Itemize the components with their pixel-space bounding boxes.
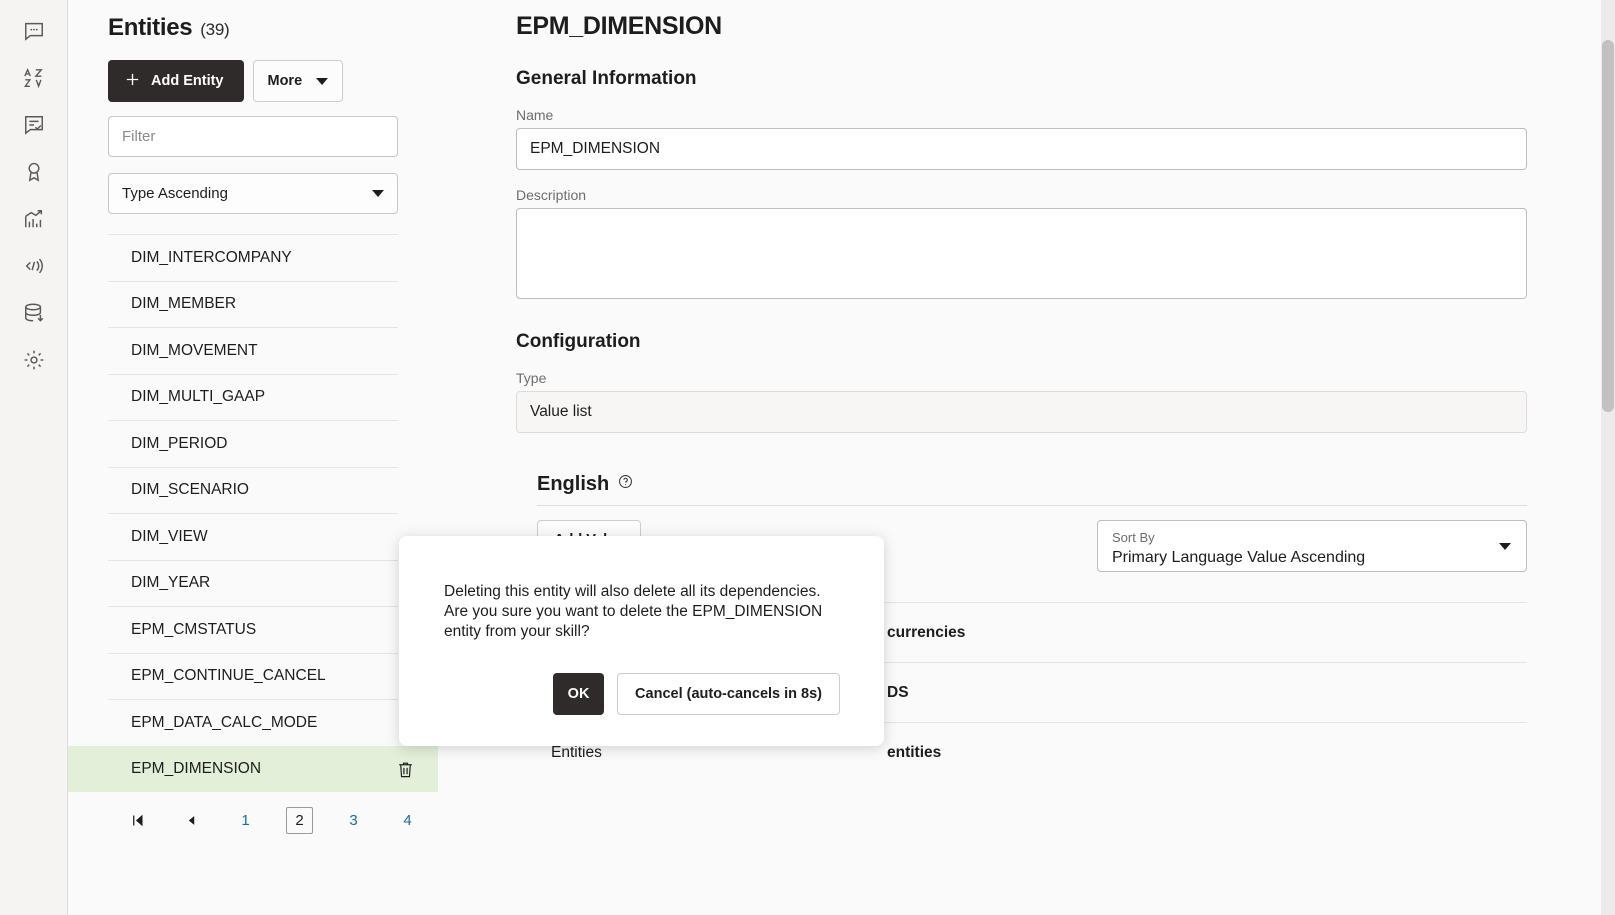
dialog-message-line-1: Deleting this entity will also delete al… bbox=[444, 582, 840, 602]
dialog-message-line-2: Are you sure you want to delete the EPM_… bbox=[444, 602, 840, 622]
gear-icon bbox=[23, 349, 45, 371]
sort-by-select[interactable]: Sort By Primary Language Value Ascending bbox=[1097, 520, 1527, 572]
rail-item-insights[interactable] bbox=[11, 196, 57, 242]
entity-list-item-label: DIM_VIEW bbox=[131, 528, 208, 546]
icon-rail bbox=[0, 0, 68, 915]
code-broadcast-icon bbox=[23, 255, 45, 277]
cancel-button[interactable]: Cancel (auto-cancels in 8s) bbox=[617, 673, 840, 715]
app-root: Entities (39) Add Entity More Type Ascen… bbox=[0, 0, 1615, 915]
plus-icon bbox=[124, 71, 141, 92]
delete-confirmation-dialog: Deleting this entity will also delete al… bbox=[399, 536, 884, 746]
values-table-key: Entities bbox=[537, 744, 887, 762]
vertical-scrollbar[interactable] bbox=[1601, 0, 1615, 915]
entity-list-item-label: DIM_YEAR bbox=[131, 574, 210, 592]
entity-count: (39) bbox=[200, 20, 229, 40]
configuration-heading: Configuration bbox=[516, 331, 1527, 353]
scrollbar-thumb[interactable] bbox=[1602, 40, 1614, 412]
sort-order-value: Type Ascending bbox=[122, 185, 228, 202]
entity-list-item[interactable]: DIM_YEAR bbox=[108, 560, 398, 607]
dialog-message-line-3: entity from your skill? bbox=[444, 622, 840, 642]
sort-order-select[interactable]: Type Ascending bbox=[108, 173, 398, 214]
description-field[interactable] bbox=[516, 208, 1527, 299]
chevron-down-icon bbox=[1499, 543, 1511, 550]
badge-icon bbox=[23, 161, 45, 183]
entity-list-item-label: EPM_CMSTATUS bbox=[131, 621, 256, 639]
panel-actions: Add Entity More bbox=[108, 60, 398, 102]
rail-item-quality[interactable] bbox=[11, 149, 57, 195]
name-field[interactable]: EPM_DIMENSION bbox=[516, 128, 1527, 170]
entity-list-item[interactable]: DIM_SCENARIO bbox=[108, 467, 398, 514]
add-entity-label: Add Entity bbox=[151, 73, 224, 89]
values-table-value: DS bbox=[887, 684, 909, 702]
chevron-down-icon bbox=[316, 78, 328, 85]
values-table-value: entities bbox=[887, 744, 941, 762]
entity-list-item[interactable]: DIM_VIEW bbox=[108, 513, 398, 560]
sort-alpha-icon bbox=[23, 67, 45, 89]
help-icon[interactable] bbox=[618, 474, 633, 489]
type-field: Value list bbox=[516, 391, 1527, 433]
filter-input[interactable] bbox=[108, 116, 398, 157]
rail-item-intents[interactable] bbox=[11, 8, 57, 54]
page-prev-button[interactable] bbox=[178, 806, 205, 834]
chat-check-icon bbox=[23, 114, 45, 136]
page-first-button[interactable] bbox=[124, 806, 151, 834]
entity-list-item-label: DIM_MOVEMENT bbox=[131, 342, 258, 360]
entity-list-item[interactable]: EPM_CONTINUE_CANCEL bbox=[108, 653, 398, 700]
entity-list-item-label: DIM_INTERCOMPANY bbox=[131, 249, 292, 267]
pagination: 1 2 3 4 bbox=[108, 806, 398, 834]
page-2-button[interactable]: 2 bbox=[286, 807, 313, 834]
add-entity-button[interactable]: Add Entity bbox=[108, 60, 244, 102]
more-label: More bbox=[268, 73, 303, 89]
panel-title: Entities (39) bbox=[108, 0, 398, 42]
entity-list-item-label: DIM_MEMBER bbox=[131, 295, 236, 313]
page-3-button[interactable]: 3 bbox=[340, 806, 367, 834]
delete-entity-icon[interactable] bbox=[396, 760, 415, 779]
chart-growth-icon bbox=[23, 208, 45, 230]
panel-title-text: Entities bbox=[108, 14, 192, 42]
entity-list-item[interactable]: EPM_DIMENSION bbox=[68, 746, 438, 793]
language-heading-text: English bbox=[537, 473, 609, 496]
entity-detail-panel: EPM_DIMENSION General Information Name E… bbox=[438, 0, 1615, 915]
entity-list-item[interactable]: DIM_MEMBER bbox=[108, 281, 398, 328]
entity-list-item[interactable]: DIM_PERIOD bbox=[108, 420, 398, 467]
more-button[interactable]: More bbox=[253, 60, 344, 102]
page-title: EPM_DIMENSION bbox=[516, 12, 1527, 41]
entity-list-item[interactable]: EPM_CMSTATUS bbox=[108, 606, 398, 653]
entity-list-item-label: DIM_PERIOD bbox=[131, 435, 227, 453]
rail-item-api[interactable] bbox=[11, 243, 57, 289]
rail-item-entities[interactable] bbox=[11, 55, 57, 101]
chevron-down-icon bbox=[372, 190, 384, 197]
description-label: Description bbox=[516, 187, 1527, 203]
entity-list-item[interactable]: DIM_MOVEMENT bbox=[108, 327, 398, 374]
entity-list-item-label: EPM_DATA_CALC_MODE bbox=[131, 714, 317, 732]
type-label: Type bbox=[516, 370, 1527, 386]
entity-list-item-label: DIM_MULTI_GAAP bbox=[131, 388, 265, 406]
dialog-message: Deleting this entity will also delete al… bbox=[444, 582, 840, 642]
database-download-icon bbox=[23, 302, 45, 324]
entity-list-item-label: EPM_DIMENSION bbox=[131, 760, 261, 778]
general-information-heading: General Information bbox=[516, 68, 1527, 90]
entity-list-item-label: EPM_CONTINUE_CANCEL bbox=[131, 667, 326, 685]
page-4-button[interactable]: 4 bbox=[394, 806, 421, 834]
entity-list-item[interactable]: EPM_DATA_CALC_MODE bbox=[108, 699, 398, 746]
chat-bubble-icon bbox=[23, 20, 45, 42]
rail-item-settings[interactable] bbox=[11, 337, 57, 383]
entity-list: DIM_INTERCOMPANY DIM_MEMBER DIM_MOVEMENT DI… bbox=[108, 234, 398, 792]
name-label: Name bbox=[516, 107, 1527, 123]
entity-list-panel: Entities (39) Add Entity More Type Ascen… bbox=[68, 0, 438, 915]
rail-item-dialog[interactable] bbox=[11, 102, 57, 148]
name-field-value: EPM_DIMENSION bbox=[530, 140, 660, 158]
dialog-actions: OK Cancel (auto-cancels in 8s) bbox=[444, 673, 840, 715]
type-field-value: Value list bbox=[530, 403, 592, 421]
entity-list-item[interactable]: DIM_MULTI_GAAP bbox=[108, 374, 398, 421]
values-table-value: currencies bbox=[887, 624, 965, 642]
ok-button[interactable]: OK bbox=[553, 673, 604, 715]
rail-item-data[interactable] bbox=[11, 290, 57, 336]
page-1-button[interactable]: 1 bbox=[232, 806, 259, 834]
entity-list-item-label: DIM_SCENARIO bbox=[131, 481, 249, 499]
entity-list-item[interactable]: DIM_INTERCOMPANY bbox=[108, 234, 398, 281]
language-section-header: English bbox=[537, 473, 1527, 506]
sort-by-value: Primary Language Value Ascending bbox=[1112, 547, 1512, 569]
sort-by-label: Sort By bbox=[1112, 530, 1512, 547]
